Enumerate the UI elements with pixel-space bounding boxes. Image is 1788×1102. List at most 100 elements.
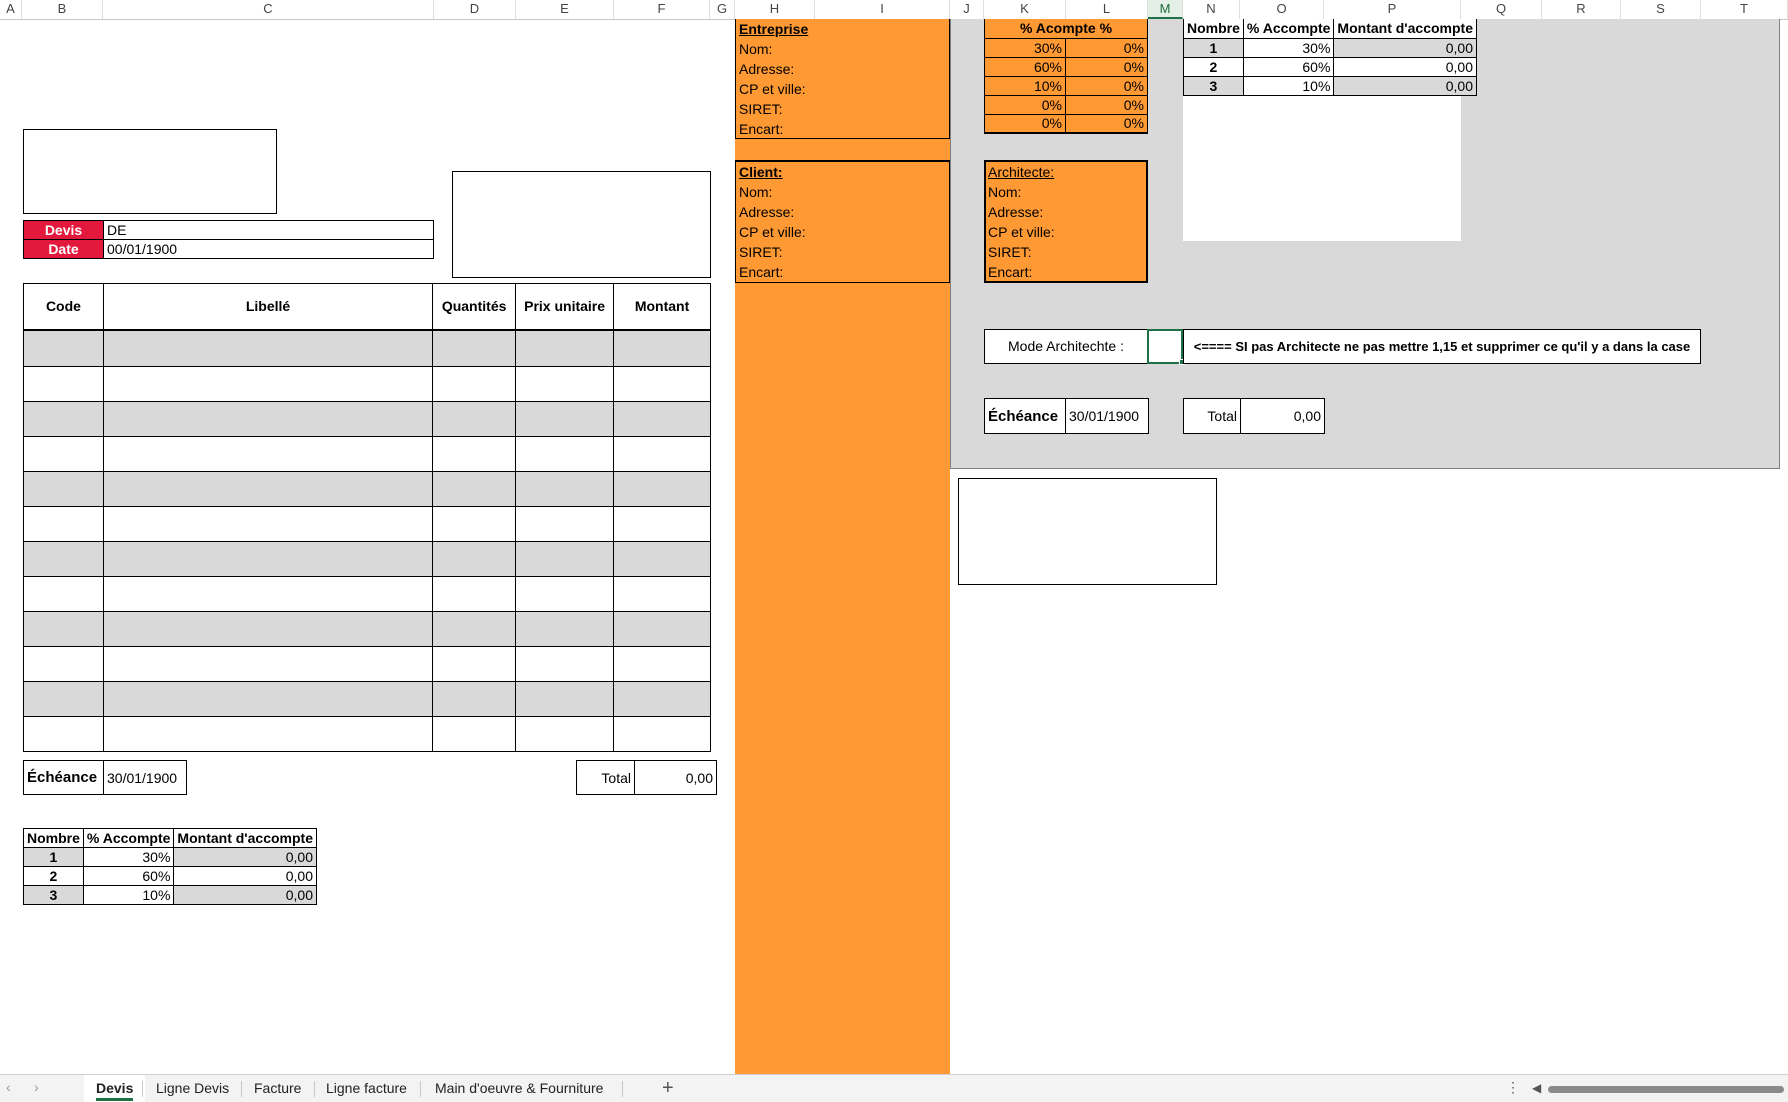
entreprise-field[interactable]: Adresse: <box>739 59 794 79</box>
logo-box[interactable] <box>23 129 277 214</box>
quote-line-cell[interactable] <box>432 541 517 577</box>
acompte-percent-cell[interactable]: 0% <box>1065 37 1148 58</box>
quote-line-cell[interactable] <box>613 329 711 367</box>
scroll-left-arrow-icon[interactable]: ◀ <box>1532 1081 1541 1095</box>
tab-facture[interactable]: Facture <box>242 1075 313 1102</box>
column-header-p[interactable]: P <box>1324 0 1461 19</box>
architecte-field[interactable]: Encart: <box>988 262 1032 282</box>
quote-line-cell[interactable] <box>102 576 434 612</box>
quote-line-cell[interactable] <box>432 436 517 472</box>
echeance-value-cell[interactable]: 30/01/1900 <box>103 760 187 795</box>
client-field[interactable]: SIRET: <box>739 242 783 262</box>
quote-line-cell[interactable] <box>613 576 711 612</box>
quote-line-cell[interactable] <box>102 401 434 437</box>
acompte-row-pct[interactable]: 60% <box>82 866 175 886</box>
quote-line-cell[interactable] <box>23 436 104 472</box>
acompte-percent-cell[interactable]: 30% <box>984 37 1066 58</box>
quote-line-cell[interactable] <box>23 506 104 542</box>
right-acompte-row-amount[interactable]: 0,00 <box>1333 37 1477 58</box>
quote-line-cell[interactable] <box>23 611 104 647</box>
mode-architecte-input-cell[interactable] <box>1147 329 1183 364</box>
quote-line-cell[interactable] <box>432 471 517 507</box>
quote-line-cell[interactable] <box>102 506 434 542</box>
column-header-i[interactable]: I <box>815 0 950 19</box>
column-header-f[interactable]: F <box>614 0 710 19</box>
entreprise-field[interactable]: Nom: <box>739 39 772 59</box>
quote-line-cell[interactable] <box>613 366 711 402</box>
tab-main-doeuvre-fourniture[interactable]: Main d'oeuvre & Fourniture <box>423 1075 615 1102</box>
entreprise-field[interactable]: Encart: <box>739 119 783 139</box>
date-value-cell[interactable]: 00/01/1900 <box>103 239 434 259</box>
scroll-right-icon[interactable]: › <box>34 1079 39 1095</box>
quote-line-cell[interactable] <box>515 436 615 472</box>
column-header-j[interactable]: J <box>950 0 984 19</box>
more-options-icon[interactable]: ⋮ <box>1506 1079 1520 1096</box>
acompte-percent-cell[interactable]: 60% <box>984 56 1066 77</box>
horizontal-scrollbar[interactable] <box>1548 1086 1784 1093</box>
quote-line-cell[interactable] <box>515 329 615 367</box>
quote-line-cell[interactable] <box>102 716 434 752</box>
acompte-percent-cell[interactable]: 10% <box>984 75 1066 96</box>
column-header-b[interactable]: B <box>22 0 103 19</box>
right-acompte-row-pct[interactable]: 10% <box>1242 75 1335 96</box>
quote-line-cell[interactable] <box>432 611 517 647</box>
entreprise-field[interactable]: CP et ville: <box>739 79 806 99</box>
acompte-row-pct[interactable]: 10% <box>82 885 175 905</box>
quote-line-cell[interactable] <box>613 646 711 682</box>
client-field[interactable]: Adresse: <box>739 202 794 222</box>
column-header-d[interactable]: D <box>434 0 516 19</box>
quote-line-cell[interactable] <box>23 646 104 682</box>
quote-line-cell[interactable] <box>515 646 615 682</box>
quote-line-cell[interactable] <box>613 436 711 472</box>
devis-value-cell[interactable]: DE <box>103 220 434 240</box>
quote-line-cell[interactable] <box>23 681 104 717</box>
column-header-g[interactable]: G <box>710 0 735 19</box>
acompte-row-pct[interactable]: 30% <box>82 847 175 867</box>
column-header-c[interactable]: C <box>103 0 434 19</box>
acompte-row-amount[interactable]: 0,00 <box>173 885 317 905</box>
quote-line-cell[interactable] <box>515 716 615 752</box>
quote-line-cell[interactable] <box>23 471 104 507</box>
quote-line-cell[interactable] <box>613 611 711 647</box>
quote-line-cell[interactable] <box>432 401 517 437</box>
tab-devis[interactable]: Devis <box>84 1075 146 1102</box>
acompte-percent-cell[interactable]: 0% <box>984 113 1066 134</box>
quote-line-cell[interactable] <box>23 329 104 367</box>
column-header-s[interactable]: S <box>1621 0 1701 19</box>
quote-line-cell[interactable] <box>515 681 615 717</box>
quote-line-cell[interactable] <box>515 506 615 542</box>
column-header-h[interactable]: H <box>735 0 815 19</box>
quote-line-cell[interactable] <box>515 366 615 402</box>
quote-line-cell[interactable] <box>613 541 711 577</box>
quote-line-cell[interactable] <box>23 716 104 752</box>
acompte-row-amount[interactable]: 0,00 <box>173 866 317 886</box>
column-header-m[interactable]: M <box>1148 0 1183 19</box>
right-echeance-value-cell[interactable]: 30/01/1900 <box>1065 398 1149 434</box>
column-header-a[interactable]: A <box>0 0 22 19</box>
quote-line-cell[interactable] <box>432 646 517 682</box>
quote-line-cell[interactable] <box>515 541 615 577</box>
quote-line-cell[interactable] <box>432 366 517 402</box>
acompte-percent-cell[interactable]: 0% <box>1065 113 1148 134</box>
quote-line-cell[interactable] <box>432 576 517 612</box>
column-header-l[interactable]: L <box>1066 0 1148 19</box>
quote-line-cell[interactable] <box>102 646 434 682</box>
quote-line-cell[interactable] <box>613 716 711 752</box>
total-value-cell[interactable]: 0,00 <box>634 760 717 795</box>
quote-line-cell[interactable] <box>432 329 517 367</box>
acompte-percent-cell[interactable]: 0% <box>1065 94 1148 115</box>
column-header-e[interactable]: E <box>516 0 614 19</box>
quote-line-cell[interactable] <box>515 611 615 647</box>
quote-line-cell[interactable] <box>102 611 434 647</box>
quote-line-cell[interactable] <box>23 541 104 577</box>
acompte-row-amount[interactable]: 0,00 <box>173 847 317 867</box>
text-box-shape[interactable] <box>958 478 1217 585</box>
scroll-left-icon[interactable]: ‹ <box>6 1079 11 1095</box>
quote-line-cell[interactable] <box>102 329 434 367</box>
architecte-field[interactable]: SIRET: <box>988 242 1032 262</box>
client-field[interactable]: Encart: <box>739 262 783 282</box>
acompte-percent-cell[interactable]: 0% <box>984 94 1066 115</box>
acompte-percent-cell[interactable]: 0% <box>1065 56 1148 77</box>
column-header-n[interactable]: N <box>1183 0 1240 19</box>
column-header-o[interactable]: O <box>1240 0 1324 19</box>
